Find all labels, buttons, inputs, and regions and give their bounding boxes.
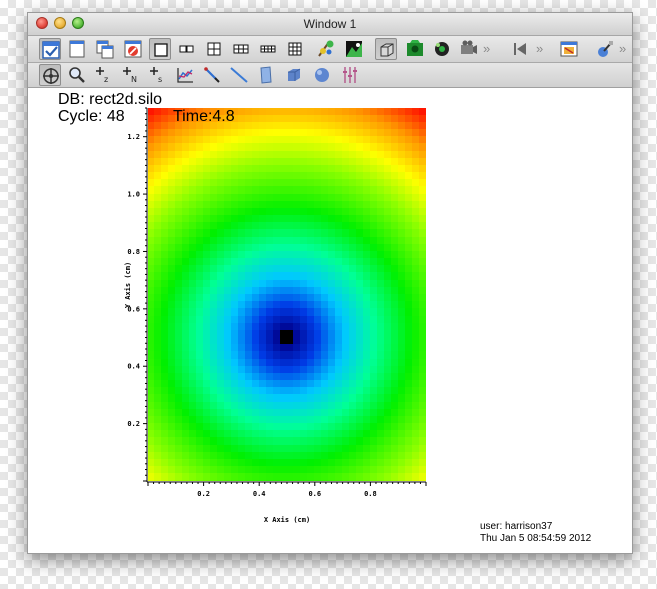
x-tick-label: 0.8 (364, 490, 377, 498)
layout-2x2-icon[interactable] (203, 38, 225, 60)
y-tick-label: 1.2 (127, 133, 140, 141)
x-tick-label: 0.4 (253, 490, 266, 498)
clear-window-icon[interactable] (122, 38, 144, 60)
y-tick-label: 0.2 (127, 420, 140, 428)
apply-icon[interactable] (39, 38, 61, 60)
save-movie-icon[interactable] (457, 38, 479, 60)
svg-text:s: s (158, 75, 162, 84)
node-pick-icon[interactable]: N (120, 64, 142, 86)
title-bar[interactable]: Window 1 (28, 13, 632, 36)
lock-view-icon[interactable] (315, 38, 337, 60)
sphere-tool-icon[interactable] (311, 64, 333, 86)
axis-lock-icon[interactable] (339, 64, 361, 86)
layout-1x2-icon[interactable] (176, 38, 198, 60)
svg-text:N: N (131, 75, 137, 84)
box-tool-icon[interactable] (283, 64, 305, 86)
user-label: user: harrison37 (480, 521, 553, 532)
overflow-chevron-icon[interactable]: » (619, 38, 626, 60)
new-window-icon[interactable] (66, 38, 88, 60)
layout-3x3-icon[interactable] (284, 38, 306, 60)
navigate-icon[interactable] (39, 64, 61, 86)
cmd-icon[interactable] (594, 38, 616, 60)
macro-icon[interactable] (558, 38, 580, 60)
date-label: Thu Jan 5 08:54:59 2012 (480, 533, 592, 544)
layout-1x1-icon[interactable] (149, 38, 171, 60)
line-out-icon[interactable] (201, 64, 223, 86)
x-axis-title: X Axis (cm) (264, 516, 310, 524)
y-axis-title: Y Axis (cm) (124, 262, 132, 308)
toolbar-main: » » » (28, 36, 632, 63)
line-tool-icon[interactable] (228, 64, 250, 86)
lock-time-icon[interactable] (343, 38, 365, 60)
y-tick-label: 1.0 (127, 191, 140, 199)
layout-3x2-icon[interactable] (257, 38, 279, 60)
plot-axes: 0.2 0.4 0.6 0.80.20.40.60.81.01.2 X Axis (c… (124, 107, 427, 524)
animation-icon[interactable] (431, 38, 453, 60)
zone-pick-icon[interactable]: z (93, 64, 115, 86)
zoom-icon[interactable] (66, 64, 88, 86)
plane-tool-icon[interactable] (255, 64, 277, 86)
rewind-icon[interactable] (509, 38, 531, 60)
view-3d-icon[interactable] (375, 38, 397, 60)
toolbar-interaction: z N s (28, 63, 632, 88)
spreadsheet-pick-icon[interactable]: s (147, 64, 169, 86)
curve-pick-icon[interactable] (174, 64, 196, 86)
window-title: Window 1 (303, 17, 357, 31)
x-tick-label: 0.2 (197, 490, 210, 498)
svg-text:z: z (104, 75, 108, 84)
copy-window-icon[interactable] (94, 38, 116, 60)
y-tick-label: 0.8 (127, 248, 140, 256)
overflow-chevron-icon[interactable]: » (483, 38, 490, 60)
overflow-chevron-icon[interactable]: » (536, 38, 543, 60)
layout-2x3-icon[interactable] (230, 38, 252, 60)
green-vis-icon[interactable] (404, 38, 426, 60)
x-tick-label: 0.6 (308, 490, 321, 498)
y-tick-label: 0.4 (127, 363, 140, 371)
visit-window: Window 1 » » » z N s DB: rect2d.silo Cyc… (27, 12, 633, 554)
visualization-area[interactable]: DB: rect2d.silo Cycle: 48 Time:4.8 0.2 0.… (28, 88, 632, 553)
